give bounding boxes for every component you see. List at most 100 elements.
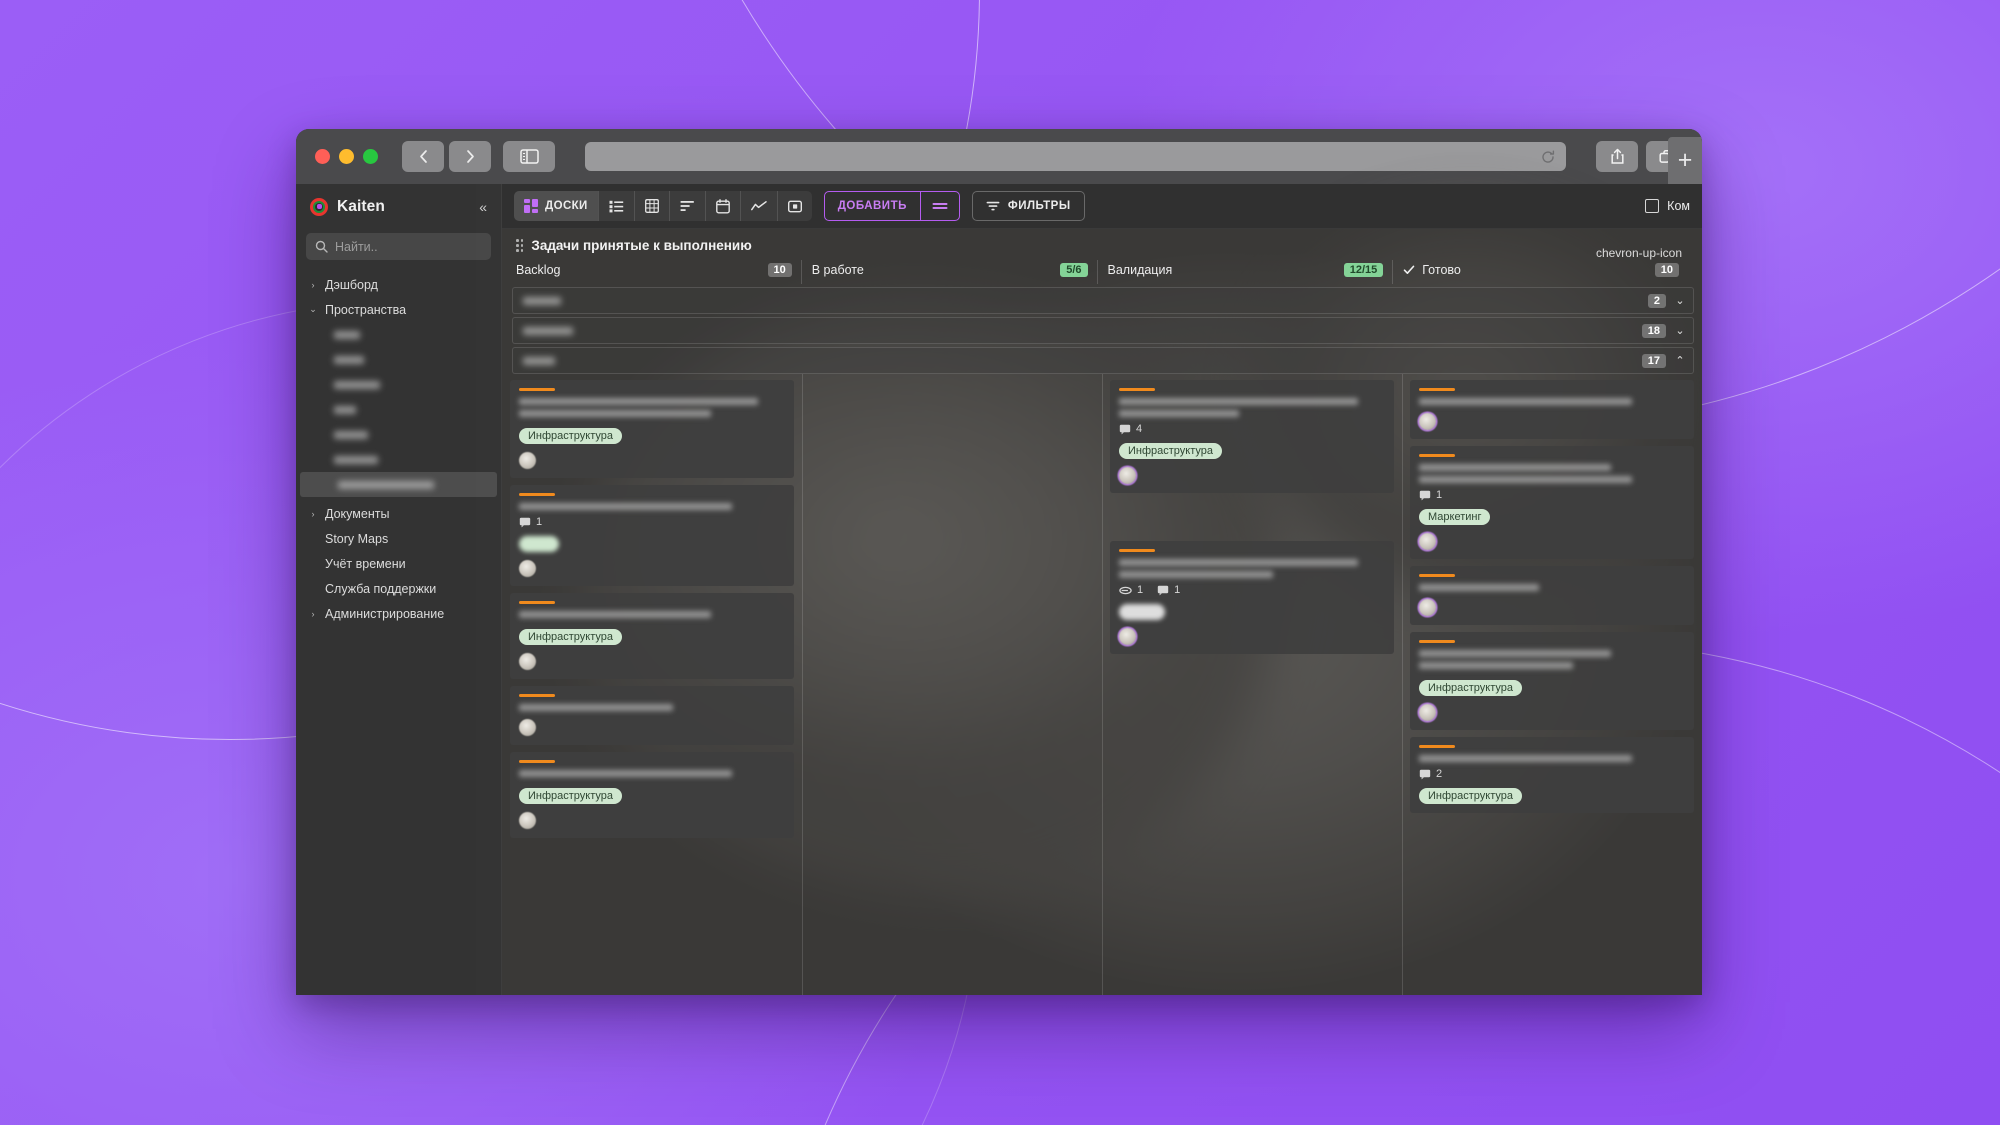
add-menu-button[interactable] [919,192,959,220]
sidebar-space-item[interactable] [296,397,501,422]
card[interactable]: Инфраструктура [510,380,794,478]
chevron-down-icon[interactable]: ⌄ [1675,324,1685,337]
card-tag[interactable]: Инфраструктура [519,428,623,444]
avatar[interactable] [1119,467,1136,484]
sidebar-space-item[interactable] [296,347,501,372]
sidebar-space-item[interactable] [296,322,501,347]
swimlane-header[interactable]: 17 ⌃ [512,347,1694,374]
avatar[interactable] [519,653,536,670]
sidebar-item-story-maps[interactable]: Story Maps [296,526,501,551]
card[interactable]: 4 Инфраструктура [1110,380,1394,493]
search-input[interactable]: Найти.. [335,240,378,254]
avatar[interactable] [519,719,536,736]
chevron-down-icon[interactable]: ⌄ [1675,294,1685,307]
chevron-up-icon[interactable]: ⌃ [1675,354,1685,367]
sidebar-item-administration[interactable]: › Администрирование [296,601,501,626]
avatar[interactable] [1419,599,1436,616]
back-button[interactable] [402,141,444,172]
address-bar[interactable] [585,142,1566,171]
minimize-window-button[interactable] [339,149,354,164]
view-list-button[interactable] [597,191,634,221]
filters-button[interactable]: ФИЛЬТРЫ [971,191,1085,221]
card[interactable]: Инфраструктура [1410,632,1694,730]
sidebar-item-time-tracking[interactable]: Учёт времени [296,551,501,576]
card-color-bar [519,694,555,697]
drag-handle-icon[interactable] [516,239,524,252]
card-color-bar [519,601,555,604]
card-meta: 1 [1419,489,1685,501]
card[interactable] [1410,566,1694,625]
card[interactable]: Инфраструктура [510,593,794,679]
comment-count: 1 [1157,584,1180,596]
view-table-button[interactable] [633,191,669,221]
close-window-button[interactable] [315,149,330,164]
share-button[interactable] [1596,141,1638,172]
sidebar-space-item[interactable] [296,422,501,447]
card-tag[interactable]: Тэг [519,536,559,552]
view-chart-button[interactable] [739,191,777,221]
sidebar-item-spaces[interactable]: ⌄ Пространства [296,297,501,322]
new-tab-button[interactable]: + [1668,137,1702,184]
navigation-buttons[interactable] [402,141,491,172]
sidebar-space-item[interactable] [296,447,501,472]
maximize-window-button[interactable] [363,149,378,164]
card-tag[interactable]: Инфраструктура [1419,788,1523,804]
toolbar-right[interactable]: Ком [1645,199,1690,213]
view-sort-button[interactable] [668,191,705,221]
column-header-done[interactable]: Готово 10 chevron-up-icon [1392,246,1688,284]
sidebar-toggle-button[interactable] [503,141,555,172]
add-button[interactable]: ДОБАВИТЬ [825,200,920,212]
column-count: 10 [1654,263,1679,277]
sidebar-search[interactable]: Найти.. [306,233,491,260]
sidebar-header: Kaiten « [296,184,501,229]
reload-icon[interactable] [1541,150,1555,164]
sidebar-item-dashboard[interactable]: › Дэшборд [296,272,501,297]
chevron-right-icon: › [311,508,315,519]
card[interactable]: 1 Тэг [510,485,794,586]
avatar[interactable] [519,452,536,469]
card[interactable]: 1 Маркетинг [1410,446,1694,559]
avatar[interactable] [519,560,536,577]
chevron-left-icon [419,150,427,163]
avatar[interactable] [519,812,536,829]
card-tag[interactable]: Тэг [1119,604,1165,620]
sidebar-item-support[interactable]: Служба поддержки [296,576,501,601]
card[interactable] [1410,380,1694,439]
avatar[interactable] [1419,704,1436,721]
card[interactable]: Инфраструктура [510,752,794,838]
window-controls[interactable] [310,149,390,164]
comment-count: 2 [1419,768,1442,780]
avatar[interactable] [1119,628,1136,645]
sidebar-collapse-button[interactable]: « [479,199,487,215]
sidebar-item-documents[interactable]: › Документы [296,501,501,526]
column-header-in-progress[interactable]: В работе 5/6 [800,260,1097,284]
card-tag[interactable]: Маркетинг [1419,509,1491,525]
checkbox-icon[interactable] [1645,199,1660,213]
swimlane-header[interactable]: 18 ⌄ [512,317,1694,344]
add-button-group[interactable]: ДОБАВИТЬ [823,191,960,221]
swimlane-header[interactable]: 2 ⌄ [512,287,1694,314]
card-tag[interactable]: Инфраструктура [519,788,623,804]
view-boards-button[interactable]: ДОСКИ [514,191,598,221]
sidebar-space-item-active[interactable] [300,472,497,497]
column-name: Готово [1422,263,1461,277]
sidebar-space-item[interactable] [296,372,501,397]
card[interactable]: 2 Инфраструктура [1410,737,1694,813]
calendar-icon [715,198,730,214]
column-header-backlog[interactable]: Backlog 10 [516,260,801,284]
card[interactable] [510,686,794,745]
avatar[interactable] [1419,533,1436,550]
view-archive-button[interactable] [776,191,812,221]
card[interactable]: 1 1 Тэг [1110,541,1394,654]
swimlanes: 2 ⌄ 18 ⌄ 17 ⌃ Инфраструктура 1 Инфрастру… [502,284,1702,995]
card-color-bar [1419,745,1455,748]
column-header-validation[interactable]: Валидация 12/15 [1096,260,1393,284]
card-tag[interactable]: Инфраструктура [519,629,623,645]
card-tag[interactable]: Инфраструктура [1419,680,1523,696]
avatar[interactable] [1419,413,1436,430]
board-collapse-icon[interactable]: chevron-up-icon [1596,246,1682,260]
view-calendar-button[interactable] [704,191,740,221]
card-tag[interactable]: Инфраструктура [1119,443,1223,459]
sidebar-item-label: Учёт времени [325,556,406,571]
forward-button[interactable] [449,141,491,172]
